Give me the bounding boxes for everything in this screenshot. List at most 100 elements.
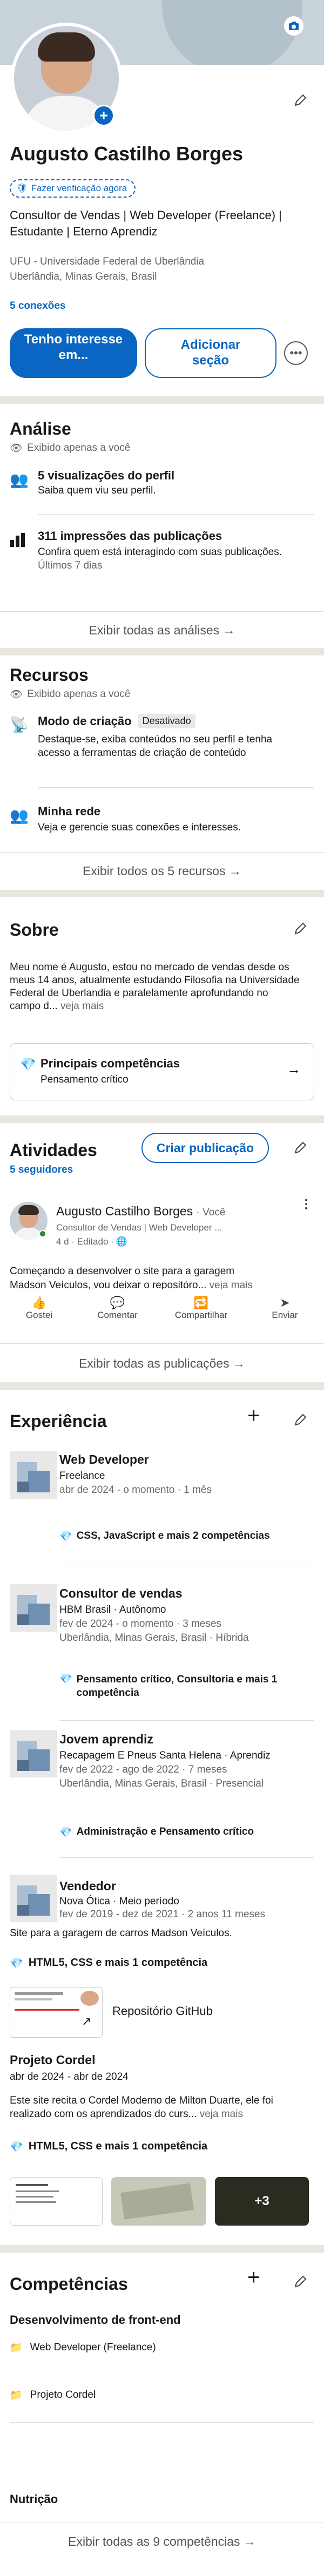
- company-logo[interactable]: [10, 1730, 57, 1777]
- post-see-more[interactable]: veja mais: [210, 1280, 253, 1289]
- create-post-button[interactable]: Criar publicação: [141, 1133, 269, 1163]
- exp-company: Recapagem E Pneus Santa Helena · Aprendi…: [59, 1750, 271, 1761]
- project-desc: Site para a garagem de carros Madson Veí…: [10, 1928, 232, 1939]
- diamond-icon: 💎: [10, 1958, 23, 1970]
- company-logo[interactable]: [10, 1451, 57, 1499]
- exp-dates: fev de 2022 - ago de 2022 · 7 meses: [59, 1764, 227, 1775]
- like-label: Gostei: [25, 1310, 53, 1320]
- edit-pencil-icon[interactable]: [289, 2271, 311, 2293]
- exp-company: HBM Brasil · Autônomo: [59, 1604, 166, 1615]
- more-media-count: +3: [254, 2194, 269, 2208]
- about-text: Meu nome é Augusto, estou no mercado de …: [10, 961, 301, 1013]
- connections-link[interactable]: 5 conexões: [10, 300, 66, 312]
- diamond-icon: 💎: [59, 1531, 72, 1543]
- media-thumb-3[interactable]: +3: [215, 2177, 309, 2226]
- project-title: Projeto Cordel: [10, 2053, 96, 2067]
- show-all-analytics[interactable]: Exibir todas as análises →: [0, 623, 324, 638]
- creator-mode-item[interactable]: Modo de criação Desativado Destaque-se, …: [38, 714, 292, 760]
- comment-icon: 💬: [110, 1296, 125, 1309]
- exp-role: Jovem aprendiz: [59, 1732, 153, 1746]
- add-section-button[interactable]: Adicionar seção: [145, 328, 276, 378]
- media-thumb-1[interactable]: [10, 2177, 103, 2226]
- project-see-more[interactable]: veja mais: [200, 2108, 243, 2120]
- my-network-item[interactable]: Minha rede Veja e gerencie suas conexões…: [38, 804, 241, 834]
- satellite-icon: 📡: [10, 716, 29, 733]
- post-menu-icon[interactable]: ⋮: [300, 1198, 312, 1210]
- about-text-body: Meu nome é Augusto, estou no mercado de …: [10, 962, 300, 1012]
- post-author-name[interactable]: Augusto Castilho Borges: [56, 1204, 193, 1218]
- impressions-sub: Confira quem está interagindo com suas p…: [38, 546, 282, 558]
- about-see-more[interactable]: veja mais: [60, 1000, 104, 1012]
- activity-title: Atividades: [10, 1140, 97, 1160]
- exp-skills[interactable]: CSS, JavaScript e mais 2 competências: [77, 1530, 270, 1543]
- interest-button[interactable]: Tenho interesse em...: [10, 328, 137, 378]
- send-label: Enviar: [272, 1310, 298, 1320]
- add-photo-icon[interactable]: +: [93, 105, 114, 126]
- diamond-icon: 💎: [20, 1057, 36, 1072]
- competency-next[interactable]: Nutrição: [10, 2492, 58, 2506]
- media-thumb-2[interactable]: [111, 2177, 206, 2226]
- post-author-tag: · Você: [196, 1207, 226, 1218]
- folder-icon: 📁: [10, 2390, 23, 2401]
- edit-pencil-icon[interactable]: [289, 90, 311, 111]
- exp-role: Vendedor: [59, 1879, 116, 1893]
- add-competency-icon[interactable]: +: [247, 2266, 260, 2290]
- show-all-posts[interactable]: Exibir todas as publicações →: [0, 1356, 324, 1371]
- diamond-icon: 💎: [59, 1674, 72, 1685]
- exp-skills[interactable]: Administração e Pensamento crítico: [77, 1826, 254, 1839]
- exp-company: Nova Ótica · Meio período: [59, 1896, 179, 1907]
- profile-location: Uberlândia, Minas Gerais, Brasil: [10, 271, 157, 282]
- edit-pencil-icon[interactable]: [289, 1409, 311, 1431]
- eye-icon: 👁: [10, 443, 23, 454]
- followers-count[interactable]: 5 seguidores: [10, 1164, 73, 1176]
- resources-title: Recursos: [10, 665, 89, 685]
- diamond-icon: 💎: [59, 1827, 72, 1838]
- exp-skills[interactable]: Pensamento crítico, Consultoria e mais 1…: [77, 1673, 313, 1700]
- my-network-sub: Veja e gerencie suas conexões e interess…: [38, 822, 241, 833]
- exp-dates: abr de 2024 - o momento · 1 mês: [59, 1484, 212, 1496]
- verify-label: Fazer verificação agora: [31, 183, 127, 193]
- like-button[interactable]: 👍 Gostei: [7, 1296, 72, 1321]
- exp-location: Uberlândia, Minas Gerais, Brasil · Híbri…: [59, 1632, 249, 1644]
- verify-badge[interactable]: 🛡 Fazer verificação agora: [10, 179, 136, 198]
- send-icon: ➤: [280, 1296, 290, 1309]
- bar-chart-icon: [10, 532, 26, 551]
- impressions-item[interactable]: 311 impressões das publicações Confira q…: [38, 529, 308, 572]
- comment-button[interactable]: 💬 Comentar: [85, 1296, 150, 1321]
- edit-pencil-icon[interactable]: [289, 918, 311, 939]
- more-options-button[interactable]: •••: [284, 341, 308, 365]
- competency-source: Web Developer (Freelance): [30, 2342, 156, 2353]
- profile-views-item[interactable]: 5 visualizações do perfil Saiba quem viu…: [38, 469, 174, 497]
- analytics-title: Análise: [10, 419, 71, 438]
- creator-mode-sub: Destaque-se, exiba conteúdos no seu perf…: [38, 734, 273, 759]
- edit-pencil-icon[interactable]: [289, 1137, 311, 1159]
- repo-title[interactable]: Repositório GitHub: [112, 2004, 213, 2018]
- shield-check-icon: 🛡: [16, 183, 28, 193]
- profile-name: Augusto Castilho Borges: [10, 143, 244, 165]
- banner-shape: [162, 0, 302, 65]
- show-all-resources[interactable]: Exibir todos os 5 recursos →: [0, 864, 324, 878]
- creator-mode-badge: Desativado: [138, 714, 195, 728]
- add-experience-icon[interactable]: +: [247, 1404, 260, 1428]
- repost-icon: 🔁: [193, 1296, 209, 1309]
- project-skills[interactable]: HTML5, CSS e mais 1 competência: [29, 1957, 207, 1969]
- thumbs-up-icon: 👍: [31, 1296, 47, 1309]
- profile-views-sub: Saiba quem viu seu perfil.: [38, 485, 156, 496]
- show-all-competencies[interactable]: Exibir todas as 9 competências →: [0, 2534, 324, 2549]
- camera-icon[interactable]: [284, 16, 303, 36]
- company-logo[interactable]: [10, 1584, 57, 1632]
- profile-views-title: 5 visualizações do perfil: [38, 469, 175, 482]
- repo-thumbnail[interactable]: ↗: [10, 1987, 103, 2038]
- online-dot: [39, 1230, 46, 1238]
- exp-role: Consultor de vendas: [59, 1586, 183, 1600]
- top-skills-sub: Pensamento crítico: [40, 1074, 129, 1085]
- competency-group[interactable]: Desenvolvimento de front-end: [10, 2313, 181, 2327]
- external-link-icon: ↗: [82, 2014, 92, 2028]
- share-button[interactable]: 🔁 Compartilhar: [164, 1296, 239, 1321]
- company-logo[interactable]: [10, 1875, 57, 1922]
- send-button[interactable]: ➤ Enviar: [253, 1296, 318, 1321]
- exp-company: Freelance: [59, 1470, 105, 1482]
- impressions-title: 311 impressões das publicações: [38, 529, 222, 543]
- project-skills-2[interactable]: HTML5, CSS e mais 1 competência: [29, 2140, 207, 2153]
- top-skills-card[interactable]: 💎 Principais competências Pensamento crí…: [10, 1043, 314, 1100]
